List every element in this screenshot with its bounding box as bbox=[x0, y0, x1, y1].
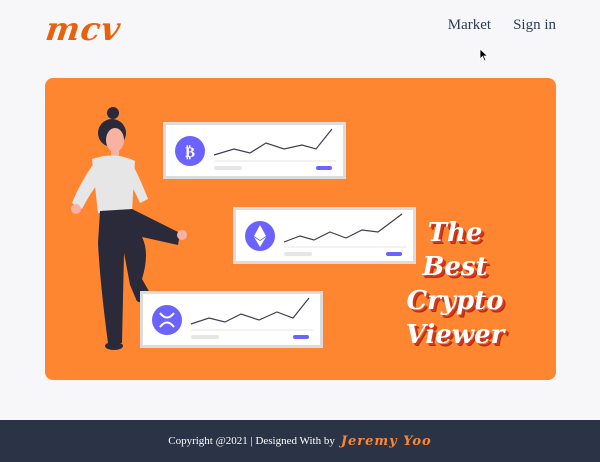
crypto-card-bitcoin[interactable]: ₿ bbox=[163, 122, 346, 179]
footer: Copyright @2021 | Designed With by Jerem… bbox=[0, 420, 600, 462]
nav-market-link[interactable]: Market bbox=[448, 17, 491, 34]
tagline-line: The bbox=[427, 218, 483, 248]
mouse-cursor-icon bbox=[479, 48, 489, 62]
header: mcv Market Sign in bbox=[0, 0, 600, 62]
footer-copyright: Copyright @2021 | Designed With by bbox=[168, 435, 335, 447]
tagline-line: Viewer bbox=[405, 320, 505, 350]
hero-banner: ₿ The Best Crypto Viewer bbox=[45, 78, 556, 380]
crypto-card-ripple[interactable] bbox=[140, 291, 323, 348]
footer-author[interactable]: Jeremy Yoo bbox=[341, 434, 432, 449]
nav-signin-link[interactable]: Sign in bbox=[513, 17, 556, 34]
tagline-line: Crypto bbox=[406, 286, 504, 316]
hero-tagline: The Best Crypto Viewer bbox=[380, 216, 530, 352]
logo[interactable]: mcv bbox=[43, 10, 123, 48]
tagline-line: Best bbox=[422, 252, 488, 282]
svg-text:₿: ₿ bbox=[185, 143, 195, 161]
nav: Market Sign in bbox=[448, 17, 556, 34]
